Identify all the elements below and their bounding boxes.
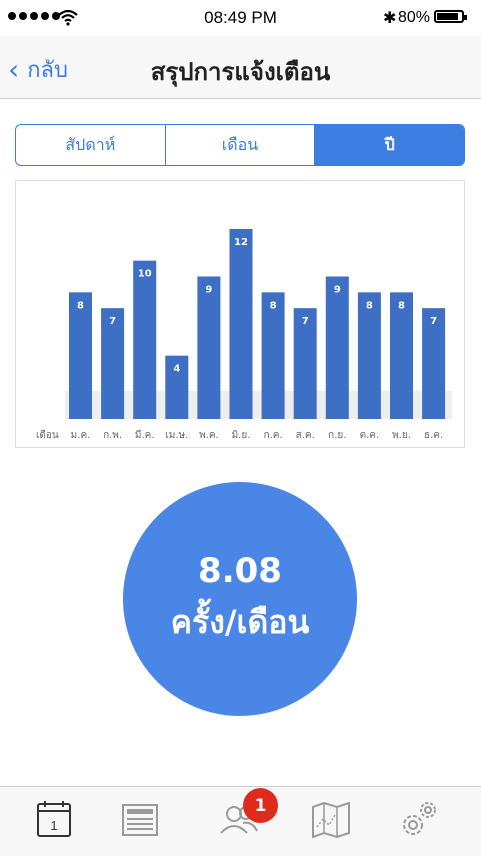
tab-calendar[interactable]: 1 (35, 799, 75, 839)
average-value: 8.08 (198, 550, 282, 591)
x-tick-label: ก.ค. (264, 430, 283, 441)
chart-bar (133, 260, 157, 419)
tab-map[interactable] (311, 799, 351, 839)
news-icon (122, 804, 158, 836)
x-tick-label: มิ.ย. (232, 430, 251, 441)
map-icon (312, 801, 350, 839)
chart-bar (229, 229, 253, 419)
bar-value-label: 9 (334, 285, 341, 296)
x-tick-label: ธ.ค. (424, 430, 443, 441)
segment-month[interactable]: เดือน (166, 125, 316, 165)
bar-value-label: 12 (234, 237, 248, 248)
period-segmented-control: สัปดาห์ เดือน ปี (15, 124, 465, 166)
bar-value-label: 4 (173, 364, 180, 375)
segment-year[interactable]: ปี (315, 125, 464, 165)
bar-value-label: 8 (77, 300, 84, 311)
average-summary-circle: 8.08 ครั้ง/เดือน (123, 482, 357, 716)
bar-value-label: 8 (270, 300, 277, 311)
settings-icon (403, 802, 436, 835)
tab-bar: 1 (0, 786, 481, 856)
bar-value-label: 9 (205, 285, 212, 296)
bluetooth-icon: ✱ (383, 8, 397, 27)
calendar-icon: 1 (37, 801, 71, 837)
average-unit: ครั้ง/เดือน (170, 602, 310, 641)
x-tick-label: ม.ค. (71, 430, 91, 441)
segment-week[interactable]: สัปดาห์ (16, 125, 166, 165)
x-tick-label: พ.ย. (392, 430, 411, 441)
x-tick-label: ก.พ. (103, 430, 122, 441)
x-tick-label: พ.ค. (199, 430, 219, 441)
battery-percent: 80% (398, 9, 431, 26)
notification-badge: 1 (243, 788, 278, 823)
chart-svg: เดือน 8 ม.ค. 7 ก.พ. 10 มี.ค. 4 เม.ษ. 9 พ.ค. 12 มิ.ย.… (36, 229, 453, 441)
bar-value-label: 10 (138, 269, 152, 280)
x-axis-label: เดือน (36, 429, 59, 441)
page-title: สรุปการแจ้งเตือน (150, 58, 331, 86)
tab-settings[interactable] (399, 799, 439, 839)
bar-value-label: 8 (398, 300, 405, 311)
x-tick-label: ส.ค. (296, 430, 315, 441)
chart-bar (197, 276, 221, 419)
calendar-day: 1 (50, 818, 57, 833)
bar-value-label: 7 (430, 316, 437, 327)
x-tick-label: ต.ค. (360, 430, 380, 441)
battery-icon (434, 10, 467, 23)
x-tick-label: มี.ค. (135, 429, 155, 441)
x-tick-label: ก.ย. (328, 430, 346, 441)
bar-value-label: 7 (302, 316, 309, 327)
chart-bar (325, 276, 349, 419)
nav-bar: ‹ กลับ สรุปการแจ้งเตือน (0, 36, 481, 99)
bar-value-label: 8 (366, 300, 373, 311)
monthly-bar-chart: เดือน 8 ม.ค. 7 ก.พ. 10 มี.ค. 4 เม.ษ. 9 พ.ค. 12 มิ.ย.… (15, 180, 465, 448)
status-bar: 08:49 PM ✱ 80% (0, 0, 481, 36)
x-tick-label: เม.ษ. (165, 430, 188, 441)
bar-value-label: 7 (109, 316, 116, 327)
tab-news[interactable] (121, 799, 161, 839)
